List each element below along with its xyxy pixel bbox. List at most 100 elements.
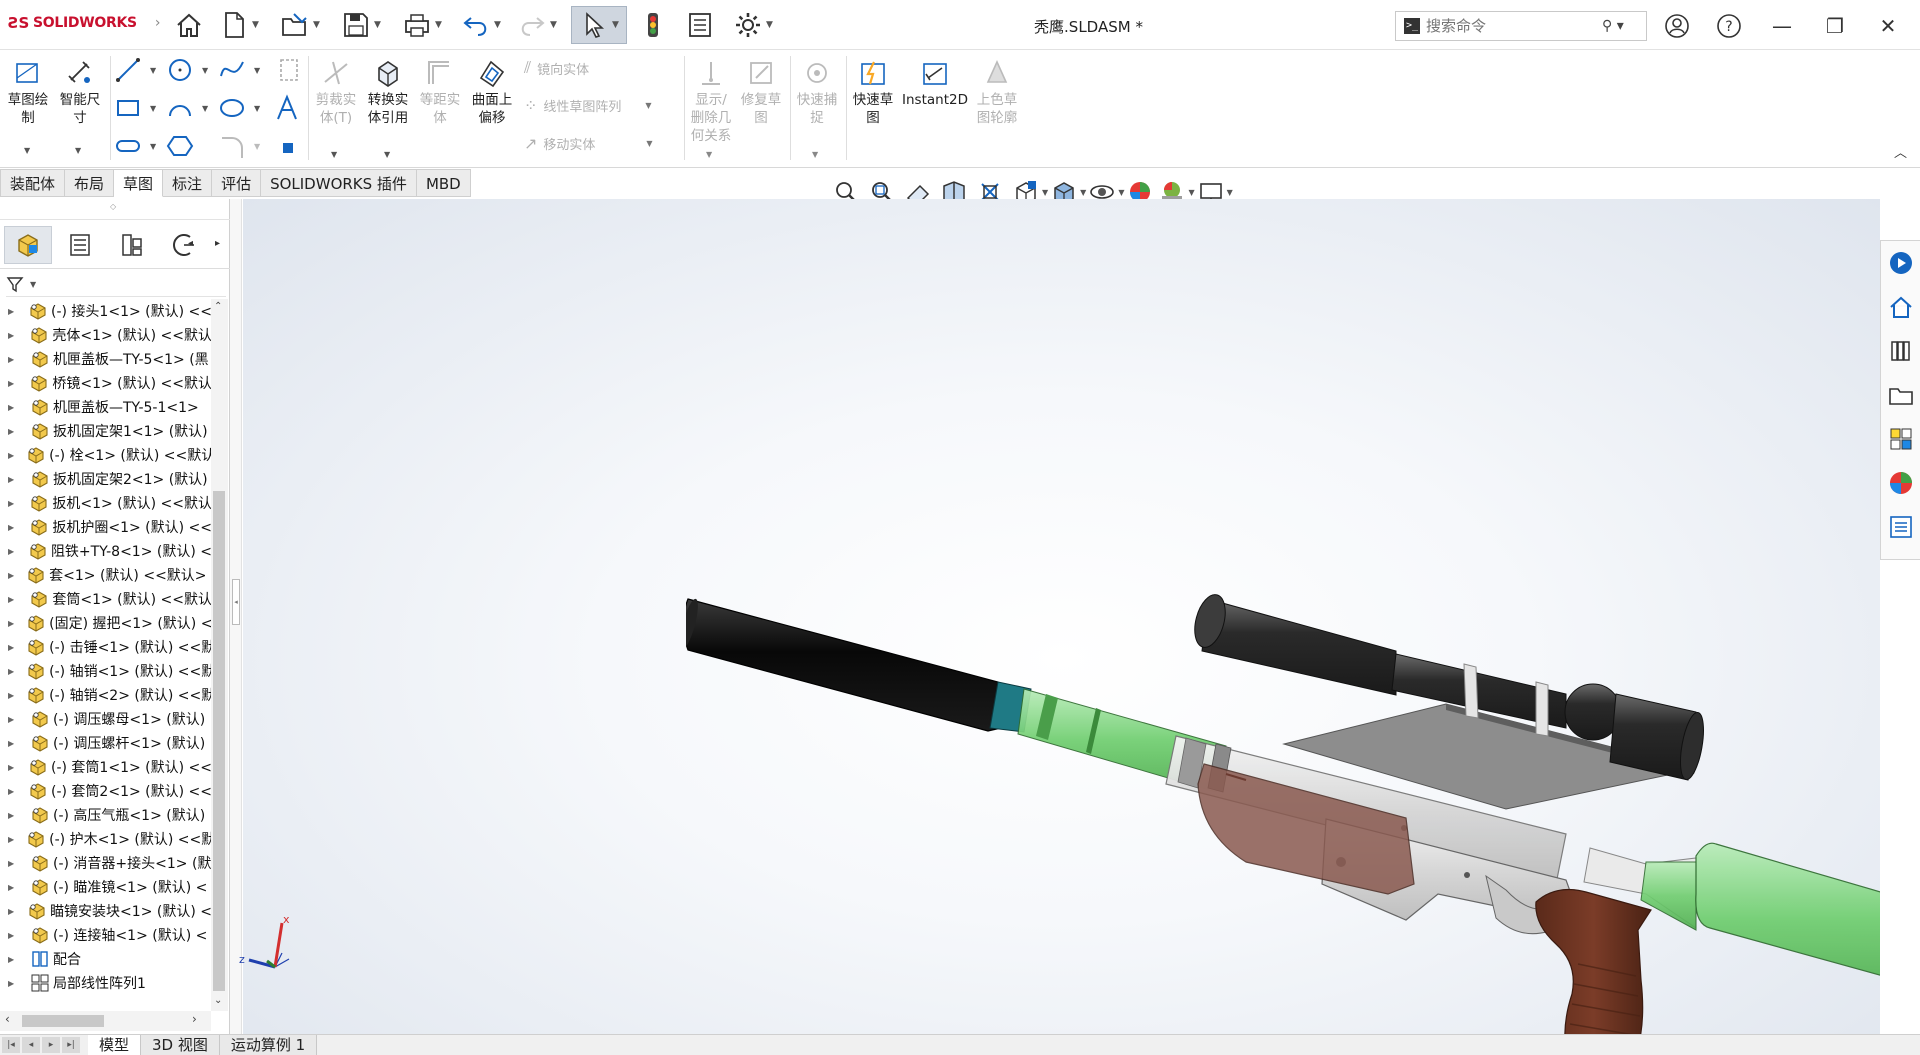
dropdown-arrow-icon[interactable]: ▼ — [812, 150, 818, 159]
linear-pattern-button[interactable]: ⁘ 线性草图阵列 ▼ — [524, 96, 652, 115]
expand-arrow-icon[interactable]: ▶ — [8, 883, 18, 892]
expand-arrow-icon[interactable]: ▶ — [8, 403, 18, 412]
tree-item[interactable]: ▶ (-) 消音器+接头<1> (默 — [0, 851, 212, 875]
polygon-icon[interactable] — [166, 132, 194, 160]
tab-command-5[interactable]: SOLIDWORKS 插件 — [261, 169, 417, 197]
solidworks-logo[interactable]: ƧS SOLIDWORKS › — [8, 14, 160, 32]
tree-item[interactable]: ▶ 扳机<1> (默认) <<默认 — [0, 491, 212, 515]
tree-item[interactable]: ▶ (-) 轴销<2> (默认) <<默 — [0, 683, 212, 707]
design-library-button[interactable] — [1885, 333, 1917, 369]
expand-arrow-icon[interactable]: ▶ — [8, 979, 18, 988]
expand-arrow-icon[interactable]: ▶ — [8, 427, 18, 436]
restore-button[interactable]: ❐ — [1818, 10, 1852, 42]
tree-item[interactable]: ▶ (-) 高压气瓶<1> (默认) — [0, 803, 212, 827]
options-button[interactable]: ▼ — [725, 6, 781, 44]
appearances-button[interactable] — [1885, 465, 1917, 501]
rifle-assembly-model[interactable] — [686, 594, 1880, 1034]
scroll-left-icon[interactable]: ‹ — [5, 1012, 10, 1026]
offset-entities-button[interactable]: 等距实 体 — [416, 58, 464, 127]
expand-arrow-icon[interactable]: ▶ — [8, 955, 18, 964]
repair-sketch-button[interactable]: 修复草 图 — [738, 58, 784, 127]
last-tab-icon[interactable]: ▸| — [62, 1037, 80, 1053]
file-explorer-button[interactable] — [1885, 377, 1917, 413]
convert-entities-button[interactable]: 转换实 体引用 — [364, 58, 412, 127]
tree-item[interactable]: ▶ 扳机固定架1<1> (默认) — [0, 419, 212, 443]
rebuild-button[interactable] — [638, 6, 668, 44]
expand-arrow-icon[interactable]: ▶ — [8, 331, 17, 340]
tab-command-0[interactable]: 装配体 — [0, 169, 66, 197]
tree-filter[interactable]: ▼ — [6, 273, 226, 297]
expand-arrow-icon[interactable]: ▶ — [8, 739, 18, 748]
select-button[interactable]: ▼ — [571, 6, 627, 44]
expand-arrow-icon[interactable]: ▶ — [8, 811, 18, 820]
expand-arrow-icon[interactable]: ▶ — [8, 667, 14, 676]
search-input[interactable] — [1426, 17, 1596, 35]
tree-item[interactable]: ▶ (-) 瞄准镜<1> (默认) < — [0, 875, 212, 899]
dropdown-arrow-icon[interactable]: ▼ — [1042, 188, 1048, 197]
dropdown-arrow-icon[interactable]: ▼ — [645, 101, 651, 110]
tab-command-4[interactable]: 评估 — [212, 169, 262, 197]
ellipse-icon[interactable] — [218, 94, 246, 122]
plane-icon[interactable] — [280, 140, 296, 156]
tree-vertical-scrollbar[interactable]: ⌃ ⌄ — [211, 299, 228, 1011]
line-icon[interactable] — [114, 56, 142, 84]
tree-item[interactable]: ▶ 扳机护圈<1> (默认) << — [0, 515, 212, 539]
custom-properties-button[interactable] — [1885, 509, 1917, 545]
rapid-sketch-button[interactable]: 快速草 图 — [850, 58, 896, 127]
shaded-sketch-contours-button[interactable]: 上色草 图轮廓 — [972, 58, 1022, 127]
scroll-thumb[interactable] — [22, 1015, 104, 1027]
construction-geometry-icon[interactable] — [275, 56, 303, 84]
offset-on-surface-button[interactable]: 曲面上 偏移 — [468, 58, 516, 127]
dropdown-arrow-icon[interactable]: ▼ — [150, 66, 156, 75]
dimxpert-tab[interactable] — [160, 226, 208, 264]
scroll-thumb[interactable] — [213, 491, 225, 991]
close-button[interactable]: ✕ — [1871, 10, 1905, 42]
tree-item[interactable]: ▶ (-) 栓<1> (默认) <<默认 — [0, 443, 212, 467]
tree-item[interactable]: ▶ (-) 套筒2<1> (默认) << — [0, 779, 212, 803]
tree-item[interactable]: ▶ (-) 调压螺母<1> (默认) — [0, 707, 212, 731]
expand-arrow-icon[interactable]: ▶ — [8, 907, 15, 916]
expand-arrow-icon[interactable]: ▶ — [8, 931, 18, 940]
tab-bottom-0[interactable]: 模型 — [88, 1035, 142, 1055]
smart-dimension-button[interactable]: 智能尺 寸 — [56, 58, 104, 127]
slot-icon[interactable] — [114, 132, 142, 160]
circle-icon[interactable] — [166, 56, 194, 84]
scroll-down-icon[interactable]: ⌄ — [214, 995, 222, 1006]
next-tab-icon[interactable]: ▸ — [42, 1037, 60, 1053]
graphics-area[interactable]: ⊏ ⊐ — ❐ ✕ — [243, 199, 1880, 1034]
tree-item[interactable]: ▶ (-) 护木<1> (默认) <<默 — [0, 827, 212, 851]
tree-item[interactable]: ▶ (固定) 握把<1> (默认) < — [0, 611, 212, 635]
expand-arrow-icon[interactable]: ▶ — [8, 475, 18, 484]
first-tab-icon[interactable]: |◂ — [2, 1037, 20, 1053]
quick-snaps-button[interactable]: 快速捕 捉 — [794, 58, 840, 127]
file-properties-button[interactable] — [684, 6, 716, 44]
print-button[interactable]: ▼ — [396, 6, 448, 44]
redo-button[interactable]: ▼ — [512, 6, 562, 44]
dropdown-arrow-icon[interactable]: ▼ — [24, 146, 30, 155]
dropdown-arrow-icon[interactable]: ▼ — [202, 104, 208, 113]
previous-tab-icon[interactable]: ◂ — [22, 1037, 40, 1053]
move-entities-button[interactable]: ↗ 移动实体 ▼ — [524, 134, 653, 153]
dropdown-arrow-icon[interactable]: ▼ — [254, 66, 260, 75]
tree-horizontal-scrollbar[interactable]: ‹ › — [0, 1011, 211, 1031]
dropdown-arrow-icon[interactable]: ▼ — [30, 280, 36, 289]
undo-button[interactable]: ▼ — [456, 6, 506, 44]
expand-arrow-icon[interactable]: ▶ — [8, 571, 14, 580]
search-icon[interactable]: ⚲ ▾ — [1602, 18, 1624, 34]
mirror-entities-button[interactable]: ⫽ 镜向实体 — [524, 58, 589, 78]
expand-arrow-icon[interactable]: ▶ — [8, 307, 16, 316]
tree-item[interactable]: ▶ (-) 调压螺杆<1> (默认) — [0, 731, 212, 755]
expand-arrow-icon[interactable]: ▶ — [8, 835, 14, 844]
dropdown-arrow-icon[interactable]: ▼ — [254, 142, 260, 151]
propertymanager-tab[interactable] — [56, 226, 104, 264]
minimize-button[interactable]: — — [1765, 10, 1799, 42]
expand-arrow-icon[interactable]: ▶ — [8, 715, 18, 724]
expand-arrow-icon[interactable]: ▶ — [8, 379, 17, 388]
home-button[interactable] — [170, 6, 208, 44]
collapse-ribbon-icon[interactable]: ︿ — [1894, 142, 1907, 161]
save-button[interactable]: ▼ — [334, 6, 388, 44]
featuremanager-tab[interactable] — [4, 226, 52, 264]
expand-arrow-icon[interactable]: ▶ — [8, 547, 16, 556]
pistol-grip[interactable] — [1535, 889, 1652, 1034]
expand-arrow-icon[interactable]: ▶ — [8, 451, 14, 460]
